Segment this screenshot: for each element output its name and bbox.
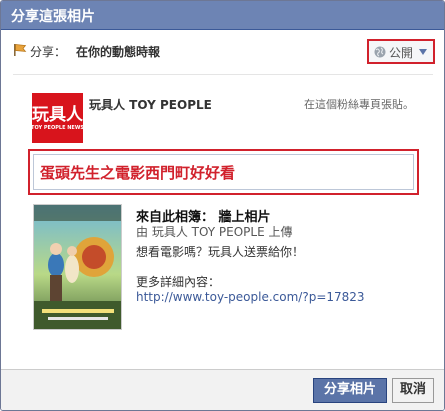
- privacy-selector[interactable]: 公開: [367, 39, 435, 64]
- flag-icon: [14, 44, 27, 56]
- page-logo: 玩具人 TOY PEOPLE NEWS: [32, 93, 83, 143]
- share-target-dropdown[interactable]: 在你的動態時報: [76, 43, 160, 60]
- globe-icon: [374, 46, 386, 58]
- details-link[interactable]: http://www.toy-people.com/?p=17823: [136, 290, 365, 304]
- message-text: 蛋頭先生之電影西門町好好看: [40, 164, 236, 182]
- chevron-down-icon: [419, 49, 427, 55]
- more-details-label: 更多詳細內容：: [136, 275, 221, 289]
- privacy-label: 公開: [389, 46, 414, 60]
- share-destination-row: 分享： 在你的動態時報 公開: [9, 39, 435, 65]
- cancel-button[interactable]: 取消: [392, 378, 434, 403]
- share-label: 分享：: [30, 45, 67, 59]
- photo-description: 想看電影嗎？玩具人送票給你！: [136, 245, 305, 259]
- share-photo-button[interactable]: 分享相片: [313, 378, 387, 403]
- message-highlight: 蛋頭先生之電影西門町好好看: [28, 149, 419, 195]
- svg-text:TOY PEOPLE NEWS: TOY PEOPLE NEWS: [32, 125, 83, 131]
- svg-text:玩具人: 玩具人: [32, 105, 83, 125]
- dialog-title: 分享這張相片: [11, 9, 95, 25]
- dialog-title-bar: 分享這張相片: [1, 1, 444, 30]
- toy-people-logo-icon: 玩具人 TOY PEOPLE NEWS: [32, 93, 83, 143]
- photo-thumbnail[interactable]: [33, 204, 122, 330]
- share-photo-dialog: 分享這張相片 分享： 在你的動態時報 公開 玩具人 TOY PEOPLE NEW…: [0, 0, 445, 411]
- page-name-link[interactable]: 玩具人 TOY PEOPLE: [89, 96, 212, 113]
- uploader-text: 由 玩具人 TOY PEOPLE 上傳: [136, 225, 293, 239]
- movie-poster-image: [34, 205, 121, 329]
- divider: [13, 74, 433, 75]
- message-input[interactable]: 蛋頭先生之電影西門町好好看: [33, 154, 414, 190]
- post-location: 在這個粉絲專頁張貼。: [304, 98, 414, 111]
- dialog-footer: 分享相片 取消: [1, 369, 444, 410]
